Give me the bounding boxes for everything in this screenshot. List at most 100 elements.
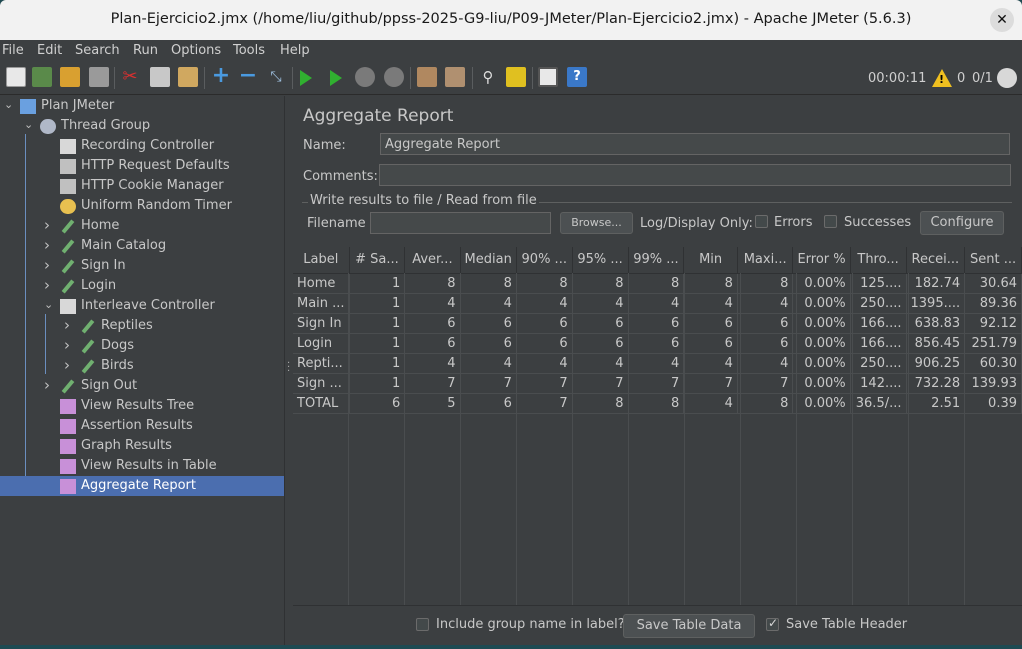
expand-icon[interactable]: + <box>211 65 231 87</box>
collapse-icon[interactable]: − <box>238 65 258 87</box>
tree-node[interactable]: › Home <box>0 216 284 236</box>
function-helper-icon[interactable] <box>538 67 558 87</box>
menu-run[interactable]: Run <box>133 43 158 58</box>
chevron-down-icon[interactable]: ⌄ <box>24 118 33 131</box>
tree-node[interactable]: › Sign In <box>0 256 284 276</box>
tree-node[interactable]: ⌄ Plan JMeter <box>0 96 284 116</box>
tree-node[interactable]: › Birds <box>0 356 284 376</box>
table-row[interactable]: Main ... 1 4 4 4 4 4 4 4 0.00% 250.... 1395.... 89.3… <box>293 293 1022 314</box>
chevron-right-icon[interactable]: › <box>44 236 50 254</box>
filename-label: Filename <box>307 216 366 231</box>
chevron-right-icon[interactable]: › <box>44 276 50 294</box>
column-header[interactable]: 90% ... <box>516 247 573 274</box>
menu-options[interactable]: Options <box>171 43 221 58</box>
column-header[interactable]: Min <box>683 247 738 274</box>
chevron-right-icon[interactable]: › <box>44 216 50 234</box>
table-row[interactable]: Sign ... 1 7 7 7 7 7 7 7 0.00% 142.... 732.28 139.93 <box>293 373 1022 394</box>
remote-globe-icon[interactable] <box>997 68 1017 88</box>
help-icon[interactable]: ? <box>567 67 587 87</box>
close-icon[interactable]: ✕ <box>990 8 1014 32</box>
chevron-right-icon[interactable]: › <box>64 316 70 334</box>
chevron-right-icon[interactable]: › <box>44 376 50 394</box>
copy-icon[interactable] <box>150 67 170 87</box>
tree-node[interactable]: › Sign Out <box>0 376 284 396</box>
name-field[interactable]: Aggregate Report <box>380 133 1010 155</box>
chevron-right-icon[interactable]: › <box>64 336 70 354</box>
tree-node[interactable]: HTTP Cookie Manager <box>0 176 284 196</box>
column-header[interactable]: Error % <box>792 247 851 274</box>
toggle-icon[interactable]: ⤡ <box>266 67 286 87</box>
menu-tools[interactable]: Tools <box>233 43 265 58</box>
table-cell: 166.... <box>850 313 907 334</box>
tree-node[interactable]: › Main Catalog <box>0 236 284 256</box>
menu-help[interactable]: Help <box>280 43 310 58</box>
split-pane-divider[interactable]: · · · <box>284 96 292 645</box>
column-header[interactable]: Maxi... <box>737 247 794 274</box>
tree-node[interactable]: Recording Controller <box>0 136 284 156</box>
start-no-pauses-icon[interactable] <box>330 70 342 86</box>
table-cell: 6 <box>683 333 738 354</box>
tree-node[interactable]: HTTP Request Defaults <box>0 156 284 176</box>
stop-icon[interactable] <box>355 67 375 87</box>
column-header[interactable]: 95% ... <box>572 247 629 274</box>
save-icon[interactable] <box>89 67 109 87</box>
tree-node[interactable]: View Results Tree <box>0 396 284 416</box>
comments-field[interactable] <box>379 164 1011 186</box>
tree-node[interactable]: ⌄ Thread Group <box>0 116 284 136</box>
tree-node[interactable]: View Results in Table <box>0 456 284 476</box>
new-icon[interactable] <box>6 67 26 87</box>
column-header[interactable]: Median <box>460 247 517 274</box>
chevron-down-icon[interactable]: ⌄ <box>4 98 13 111</box>
templates-icon[interactable] <box>32 67 52 87</box>
menu-edit[interactable]: Edit <box>37 43 62 58</box>
tree-node[interactable]: Assertion Results <box>0 416 284 436</box>
tree-node[interactable]: › Dogs <box>0 336 284 356</box>
tree-node-label: Graph Results <box>81 438 172 453</box>
table-cell: 92.12 <box>964 313 1022 334</box>
column-header[interactable]: Sent ... <box>964 247 1022 274</box>
clear-all-icon[interactable] <box>445 67 465 87</box>
column-header[interactable]: Label <box>293 247 350 274</box>
column-header[interactable]: Recei... <box>906 247 966 274</box>
reset-search-icon[interactable] <box>506 67 526 87</box>
search-icon[interactable]: ⚲ <box>478 67 498 87</box>
chevron-right-icon[interactable]: › <box>44 256 50 274</box>
table-cell: 182.74 <box>906 273 966 294</box>
successes-checkbox[interactable] <box>824 215 837 228</box>
include-group-checkbox[interactable] <box>416 618 429 631</box>
tree-node[interactable]: › Reptiles <box>0 316 284 336</box>
save-table-data-button[interactable]: Save Table Data <box>623 614 755 638</box>
shutdown-icon[interactable] <box>384 67 404 87</box>
cut-icon[interactable]: ✂ <box>120 67 140 87</box>
save-table-header-checkbox[interactable] <box>766 616 779 631</box>
table-row[interactable]: Login 1 6 6 6 6 6 6 6 0.00% 166.... 856.45 251.79 <box>293 333 1022 354</box>
filename-input[interactable] <box>370 212 551 234</box>
paste-icon[interactable] <box>178 67 198 87</box>
table-row[interactable]: Sign In 1 6 6 6 6 6 6 6 0.00% 166.... 638.83 92.12 <box>293 313 1022 334</box>
column-header[interactable]: 99% ... <box>628 247 685 274</box>
tree-node-label: View Results in Table <box>81 458 217 473</box>
tree-node[interactable]: Uniform Random Timer <box>0 196 284 216</box>
open-icon[interactable] <box>60 67 80 87</box>
menu-file[interactable]: File <box>2 43 24 58</box>
configure-button[interactable]: Configure <box>920 211 1004 235</box>
chevron-down-icon[interactable]: ⌄ <box>44 298 53 311</box>
tree-node[interactable]: ⌄ Interleave Controller <box>0 296 284 316</box>
table-row[interactable]: Repti... 1 4 4 4 4 4 4 4 0.00% 250.... 906.25 60.30 <box>293 353 1022 374</box>
menu-search[interactable]: Search <box>75 43 120 58</box>
browse-button[interactable]: Browse... <box>560 212 633 234</box>
column-header[interactable]: Aver... <box>404 247 461 274</box>
chevron-right-icon[interactable]: › <box>64 356 70 374</box>
table-row[interactable]: TOTAL 6 5 6 7 8 8 4 8 0.00% 36.5/... 2.51 0.39 <box>293 393 1022 414</box>
tree-node[interactable]: Graph Results <box>0 436 284 456</box>
start-icon[interactable] <box>300 70 312 86</box>
table-cell: 8 <box>737 393 794 414</box>
column-header[interactable]: # Sa... <box>349 247 406 274</box>
clear-icon[interactable] <box>417 67 437 87</box>
table-cell: 8 <box>572 273 629 294</box>
column-header[interactable]: Thro... <box>850 247 907 274</box>
tree-node[interactable]: Aggregate Report <box>0 476 284 496</box>
tree-node[interactable]: › Login <box>0 276 284 296</box>
table-row[interactable]: Home 1 8 8 8 8 8 8 8 0.00% 125.... 182.74 30.64 <box>293 273 1022 294</box>
errors-checkbox[interactable] <box>755 215 768 228</box>
